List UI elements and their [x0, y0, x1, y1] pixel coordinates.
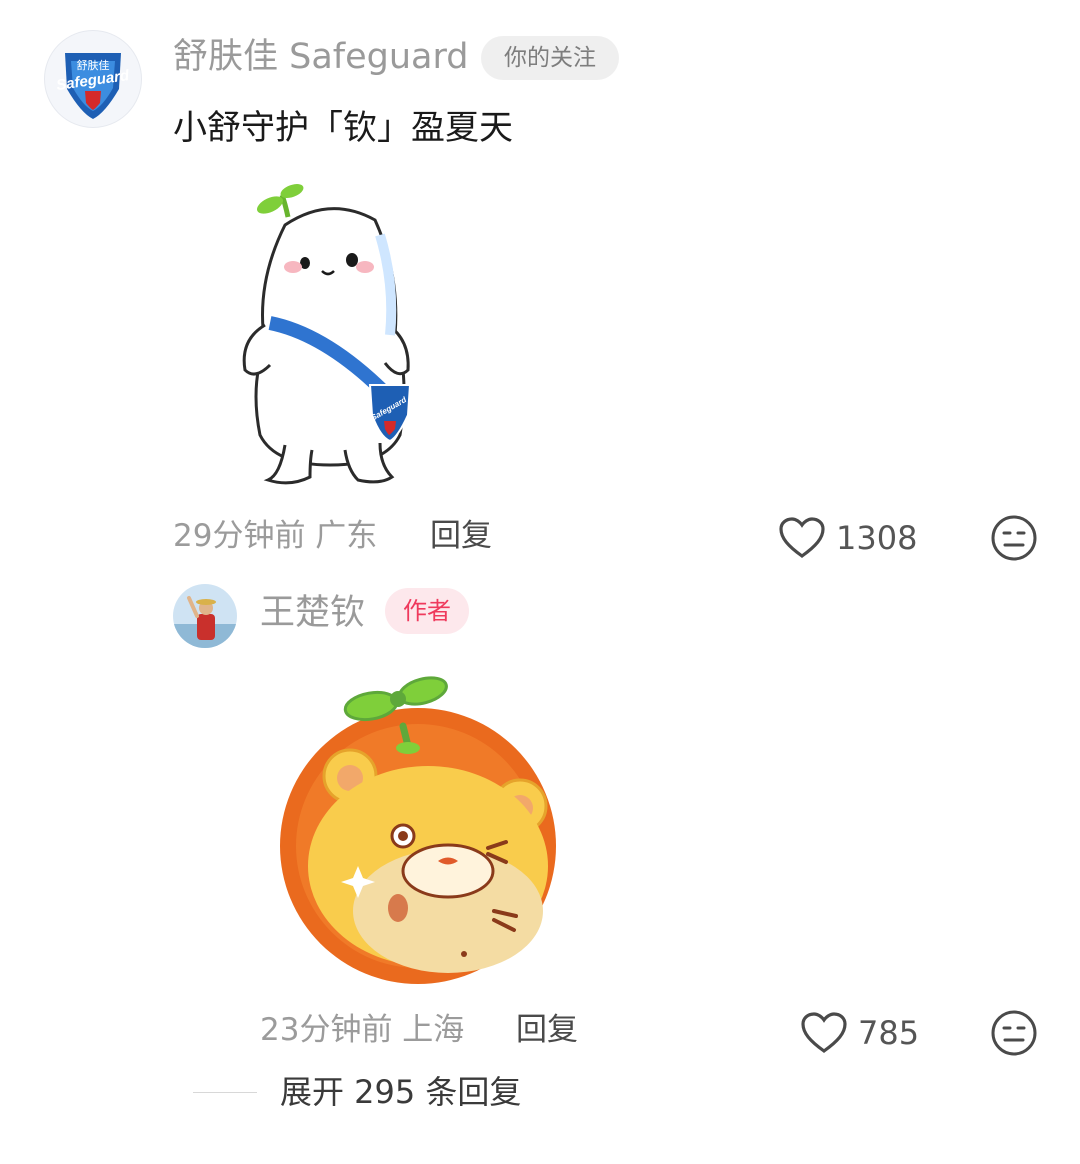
dislike-button-2[interactable] — [990, 1009, 1038, 1057]
following-badge: 你的关注 — [481, 36, 619, 80]
reply-meta: 23分钟前 上海 — [260, 1012, 465, 1048]
author-badge: 作者 — [385, 588, 469, 634]
mascot-character-icon: Safeguard — [242, 184, 412, 485]
comment-text: 小舒守护「钦」盈夏天 — [173, 108, 513, 148]
expand-divider — [193, 1092, 257, 1093]
heart-icon — [779, 517, 825, 558]
reply-author-name[interactable]: 王楚钦 — [260, 596, 365, 631]
safeguard-avatar[interactable]: 舒肤佳 Safeguard — [44, 30, 142, 128]
heart-icon — [801, 1012, 847, 1053]
like-count: 1308 — [836, 519, 918, 557]
comment-author-name[interactable]: 舒肤佳 Safeguard — [173, 40, 468, 75]
like-button-2[interactable] — [800, 1011, 848, 1055]
mascot-sticker[interactable]: Safeguard — [230, 175, 430, 495]
lion-sticker[interactable] — [258, 666, 582, 990]
dislike-button[interactable] — [990, 514, 1038, 562]
meh-face-icon — [991, 515, 1037, 561]
lion-character-icon — [280, 676, 556, 984]
user-photo-icon — [173, 584, 237, 648]
reply-button[interactable]: 回复 — [430, 521, 492, 552]
like-button[interactable] — [778, 516, 826, 560]
reply-button-2[interactable]: 回复 — [516, 1015, 578, 1046]
author-avatar[interactable] — [173, 584, 237, 648]
meh-face-icon — [991, 1010, 1037, 1056]
expand-replies-button[interactable]: 展开 295 条回复 — [280, 1076, 521, 1108]
safeguard-logo-icon: 舒肤佳 Safeguard — [55, 53, 131, 119]
comment-meta: 29分钟前 广东 — [173, 518, 378, 554]
like-count-2: 785 — [858, 1014, 920, 1052]
